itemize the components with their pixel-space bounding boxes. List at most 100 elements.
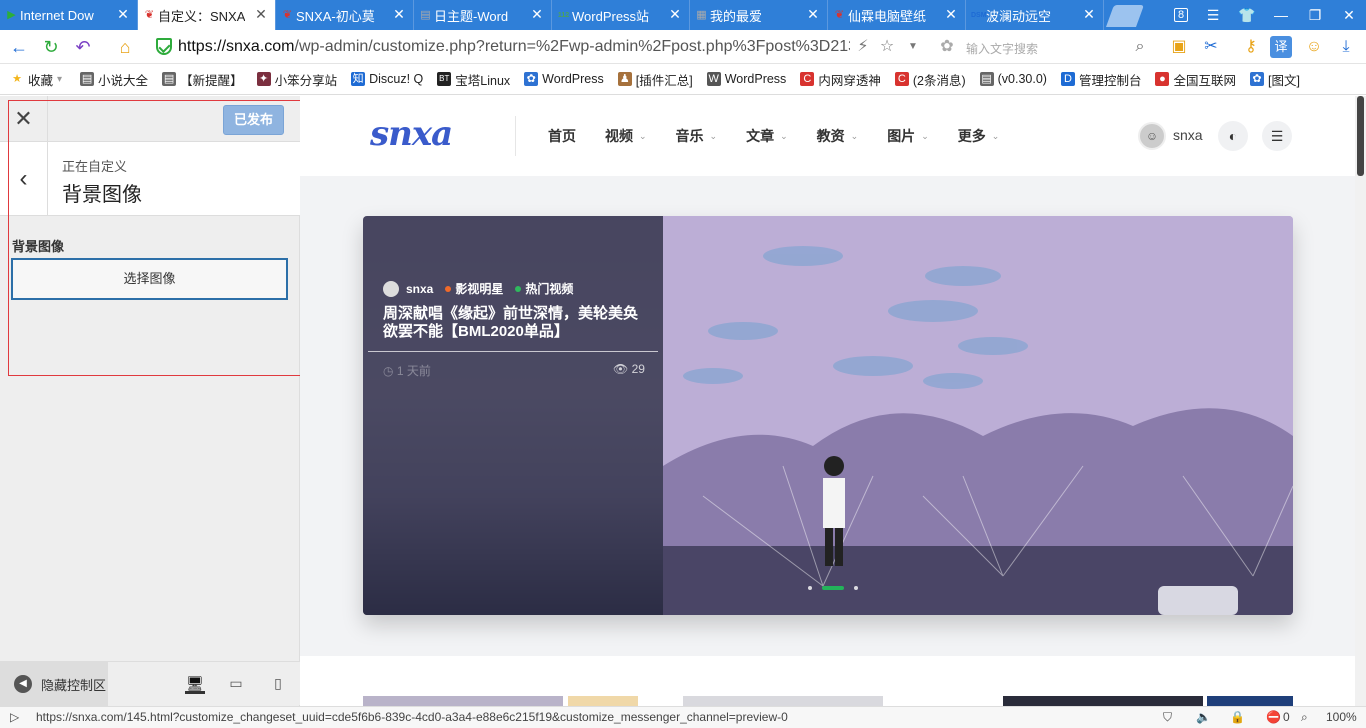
scrollbar[interactable] xyxy=(1355,96,1366,706)
bookmark-item[interactable]: ▤ 【新提醒】 xyxy=(162,70,243,89)
menu-item[interactable]: 首页 xyxy=(548,126,576,146)
menu-item[interactable]: 教资 ⌄ xyxy=(817,126,859,146)
bookmark-item[interactable]: D 管理控制台 xyxy=(1060,70,1141,89)
menu-item[interactable]: 音乐 ⌄ xyxy=(676,126,718,146)
key-icon[interactable]: ⚷ xyxy=(1240,36,1262,58)
tab-close-icon[interactable]: ✕ xyxy=(1082,7,1096,21)
post-card-thumb[interactable] xyxy=(683,696,883,706)
dark-mode-icon[interactable]: ◐ xyxy=(1218,121,1248,151)
search-input[interactable]: 输入文字搜索 xyxy=(938,37,1152,57)
tablet-preview-icon[interactable]: ▭ xyxy=(226,672,246,694)
carousel-dot-active[interactable] xyxy=(822,586,844,590)
bookmark-item[interactable]: ● 全国互联网 xyxy=(1155,70,1236,89)
bookmark-item[interactable]: BT 宝塔Linux xyxy=(437,70,510,89)
hamburger-icon[interactable]: ☰ xyxy=(1262,121,1292,151)
menu-item[interactable]: 图片 ⌄ xyxy=(887,126,929,146)
hero-category-1[interactable]: 影视明星 xyxy=(455,280,503,297)
carousel-dot[interactable] xyxy=(854,586,858,590)
publish-button[interactable]: 已发布 xyxy=(223,105,284,135)
avatar[interactable]: ☺ xyxy=(1138,122,1166,150)
bookmark-item[interactable]: ✿ WordPress xyxy=(524,72,604,86)
url-field[interactable]: https://snxa.com/wp-admin/customize.php?… xyxy=(178,38,850,56)
sound-icon[interactable]: 🔈 xyxy=(1196,710,1211,724)
menu-item[interactable]: 文章 ⌄ xyxy=(746,126,788,146)
post-card-thumb[interactable] xyxy=(1207,696,1293,706)
close-window-icon[interactable]: ✕ xyxy=(1332,0,1366,30)
tab-close-icon[interactable]: ✕ xyxy=(392,7,406,21)
hero-slider[interactable]: snxa 影视明星 热门视频 周深献唱《缘起》前世深情，美轮美奂欲罢不能【BML… xyxy=(363,216,1293,615)
select-image-button[interactable]: 选择图像 xyxy=(11,258,288,300)
hero-time: ◷ 1 天前 xyxy=(383,362,431,379)
mobile-preview-icon[interactable]: ▯ xyxy=(268,672,288,694)
browser-tab[interactable]: 112 WordPress站 ✕ xyxy=(552,0,690,30)
bookmark-item[interactable]: ✦ 小笨分享站 xyxy=(256,70,337,89)
search-icon[interactable]: ⌕ xyxy=(1129,36,1151,58)
scrollbar-thumb[interactable] xyxy=(1357,96,1364,176)
bookmark-dropdown-icon[interactable]: ▾ xyxy=(57,74,62,85)
main-menu: 首页 视频 ⌄ 音乐 ⌄ 文章 ⌄ 教资 ⌄ 图片 ⌄ 更多 ⌄ xyxy=(548,126,1028,146)
bookmark-item[interactable]: W WordPress xyxy=(706,72,786,86)
menu-icon[interactable]: ☰ xyxy=(1196,0,1230,30)
post-card-thumb[interactable] xyxy=(1003,696,1203,706)
hero-category-2[interactable]: 热门视频 xyxy=(525,280,573,297)
tab-count-badge[interactable]: 8 xyxy=(1164,0,1198,30)
carousel-dot[interactable] xyxy=(808,586,812,590)
bookmark-item[interactable]: C 内网穿透神 xyxy=(800,70,881,89)
security-icon[interactable]: ⛉ xyxy=(1163,710,1172,725)
browser-tab[interactable]: ▦ 我的最爱 ✕ xyxy=(690,0,828,30)
lightning-icon[interactable]: ⚡ xyxy=(852,36,874,58)
tab-close-icon[interactable]: ✕ xyxy=(254,7,268,21)
download-icon[interactable]: ⤓ xyxy=(1335,36,1357,58)
hero-title[interactable]: 周深献唱《缘起》前世深情，美轮美奂欲罢不能【BML2020单品】 xyxy=(383,305,647,341)
new-tab-button[interactable] xyxy=(1105,5,1145,27)
emoji-icon[interactable]: ☺ xyxy=(1303,36,1325,58)
back-chevron-icon[interactable]: ‹ xyxy=(0,142,48,216)
close-customizer-icon[interactable]: ✕ xyxy=(0,96,48,142)
desktop-preview-icon[interactable]: 🖥 xyxy=(185,672,205,694)
hide-controls-button[interactable]: ◀ 隐藏控制区 xyxy=(0,662,108,706)
bookmark-item[interactable]: ✿ [图文] xyxy=(1249,70,1300,89)
sidebar-toggle-icon[interactable]: ▷ xyxy=(10,710,19,724)
hero-author[interactable]: snxa xyxy=(406,282,433,296)
back-icon[interactable]: ← xyxy=(8,36,30,58)
bookmark-item[interactable]: ★ 收藏 ▾ xyxy=(10,70,62,89)
undo-close-icon[interactable]: ↶ xyxy=(72,36,94,58)
blocked-icon[interactable]: ⛔ xyxy=(1266,710,1281,724)
zoom-level[interactable]: 100% xyxy=(1326,710,1357,724)
bookmark-item[interactable]: ♟ [插件汇总] xyxy=(617,70,693,89)
refresh-icon[interactable]: ↻ xyxy=(40,36,62,58)
home-icon[interactable]: ⌂ xyxy=(114,36,136,58)
browser-tab[interactable]: ▶ Internet Dow ✕ xyxy=(0,0,138,30)
browser-tab[interactable]: ❦ 仙霖电脑壁纸 ✕ xyxy=(828,0,966,30)
dropdown-icon[interactable]: ▼ xyxy=(902,36,924,58)
extension-icon[interactable]: ▣ xyxy=(1168,36,1190,58)
logo-text: snxa xyxy=(370,114,453,154)
bookmark-item[interactable]: ▤ 小说大全 xyxy=(80,70,148,89)
username[interactable]: snxa xyxy=(1173,127,1203,143)
tab-close-icon[interactable]: ✕ xyxy=(116,7,130,21)
tab-close-icon[interactable]: ✕ xyxy=(530,7,544,21)
browser-tab[interactable]: DSM 波澜动远空 ✕ xyxy=(966,0,1104,30)
zoom-icon[interactable]: ⌕ xyxy=(1301,710,1308,725)
menu-item[interactable]: 视频 ⌄ xyxy=(605,126,647,146)
bookmark-item[interactable]: 知 Discuz! Q xyxy=(351,72,423,86)
scissors-icon[interactable]: ✂ xyxy=(1200,36,1222,58)
skin-icon[interactable]: 👕 xyxy=(1230,0,1264,30)
tab-close-icon[interactable]: ✕ xyxy=(944,7,958,21)
browser-tab[interactable]: ❦ SNXA-初心莫 ✕ xyxy=(276,0,414,30)
restore-icon[interactable]: ❐ xyxy=(1298,0,1332,30)
bookmark-item[interactable]: ▤ (v0.30.0) xyxy=(979,72,1047,86)
browser-tab[interactable]: ▤ 日主题-Word ✕ xyxy=(414,0,552,30)
minimize-icon[interactable]: — xyxy=(1264,0,1298,30)
lock-icon[interactable]: 🔒 xyxy=(1230,710,1245,724)
star-icon[interactable]: ☆ xyxy=(876,36,898,58)
tab-close-icon[interactable]: ✕ xyxy=(668,7,682,21)
post-card-thumb[interactable] xyxy=(363,696,563,706)
tab-close-icon[interactable]: ✕ xyxy=(806,7,820,21)
translate-icon[interactable]: 译 xyxy=(1270,36,1292,58)
site-logo[interactable]: snxa xyxy=(370,114,453,154)
bookmark-item[interactable]: C (2条消息) xyxy=(894,70,966,89)
menu-item[interactable]: 更多 ⌄ xyxy=(958,126,1000,146)
post-card-thumb[interactable] xyxy=(568,696,638,706)
browser-tab[interactable]: ❦ 自定义：SNXA ✕ xyxy=(138,0,276,30)
